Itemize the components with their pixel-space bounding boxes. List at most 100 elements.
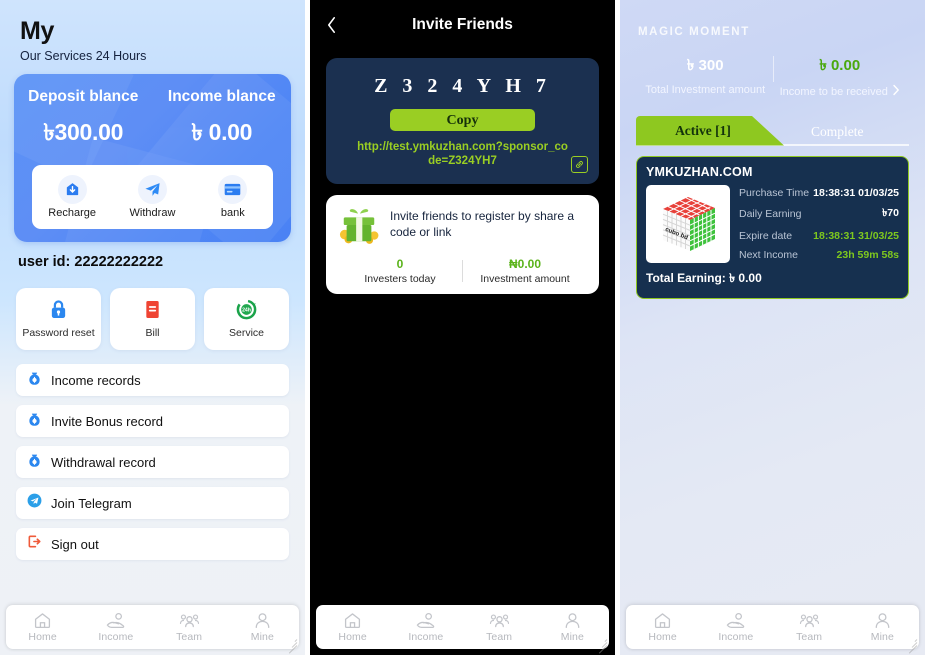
- row-withdrawal-record-label: Withdrawal record: [51, 454, 156, 470]
- page-subtitle: Our Services 24 Hours: [20, 49, 147, 64]
- total-investment-label: Total Investment amount: [645, 84, 766, 96]
- tile-password-reset[interactable]: Password reset: [16, 288, 101, 351]
- row-sign-out-label: Sign out: [51, 536, 99, 552]
- spec-daily-earning-value: ৳70: [882, 206, 899, 219]
- tab-home[interactable]: Home: [316, 611, 389, 643]
- tab-home[interactable]: Home: [6, 611, 79, 643]
- chevron-left-icon[interactable]: [326, 14, 344, 36]
- income-balance: Income blance ৳ 0.00: [153, 88, 292, 153]
- row-withdrawal-record[interactable]: Withdrawal record: [16, 446, 289, 479]
- tab-home-label: Home: [28, 631, 57, 643]
- money-bag-icon: [27, 370, 42, 391]
- quick-tiles: Password reset Bill 24h Service: [16, 288, 289, 351]
- spec-next-income-key: Next Income: [739, 248, 798, 261]
- user-id: user id: 22222222222: [18, 254, 164, 271]
- resize-handle[interactable]: [285, 636, 298, 654]
- tab-team[interactable]: Team: [773, 611, 846, 643]
- tile-bill[interactable]: Bill: [110, 288, 195, 351]
- team-icon: [179, 611, 200, 630]
- home-icon: [33, 611, 52, 630]
- investment-card[interactable]: YMKUZHAN.COM cubo bd Purchase Time 18:38…: [636, 155, 909, 299]
- copy-button[interactable]: Copy: [390, 109, 535, 131]
- action-bank[interactable]: bank: [193, 175, 273, 219]
- tile-service[interactable]: 24h Service: [204, 288, 289, 351]
- invite-stats: 0 Investers today ₦0.00 Investment amoun…: [338, 257, 587, 285]
- income-to-be-received-value: ৳ 0.00: [819, 57, 861, 74]
- phone-panel-profile: My Our Services 24 Hours Deposit blance …: [0, 0, 305, 655]
- spec-purchase-time: Purchase Time 18:38:31 01/03/25: [739, 187, 899, 199]
- tab-mine-label: Mine: [250, 631, 274, 643]
- invite-info-card: Invite friends to register by share a co…: [326, 195, 599, 294]
- investment-specs: Purchase Time 18:38:31 01/03/25 Daily Ea…: [739, 185, 899, 263]
- tile-password-reset-label: Password reset: [22, 326, 95, 339]
- magic-moment-header: MAGIC MOMENT ৳ 300 Total Investment amou…: [620, 0, 925, 100]
- tab-home-label: Home: [648, 631, 677, 643]
- income-hand-icon: [415, 611, 436, 630]
- action-recharge[interactable]: Recharge: [32, 175, 112, 219]
- tab-team-label: Team: [796, 631, 823, 643]
- money-bag-icon: [27, 411, 42, 432]
- stat-investment-amount: ₦0.00 Investment amount: [463, 257, 587, 285]
- tab-home[interactable]: Home: [626, 611, 699, 643]
- spec-expire-date-key: Expire date: [739, 229, 793, 242]
- invite-title: Invite Friends: [412, 16, 513, 33]
- stat-investers-today-value: 0: [396, 257, 404, 271]
- spec-purchase-time-value: 18:38:31 01/03/25: [813, 186, 899, 199]
- tab-team-label: Team: [486, 631, 513, 643]
- profile-header: My Our Services 24 Hours: [0, 0, 305, 64]
- phone-panel-investment: MAGIC MOMENT ৳ 300 Total Investment amou…: [620, 0, 925, 655]
- action-withdraw[interactable]: Withdraw: [112, 175, 192, 219]
- phone-panel-invite: Invite Friends Z 3 2 4 Y H 7 Copy http:/…: [310, 0, 615, 655]
- resize-handle[interactable]: [905, 636, 918, 654]
- investment-tabs: Active [1] Complete: [636, 115, 909, 146]
- link-icon[interactable]: [571, 156, 588, 173]
- tab-team[interactable]: Team: [153, 611, 226, 643]
- row-invite-bonus-record-label: Invite Bonus record: [51, 413, 164, 429]
- tab-income-label: Income: [98, 631, 134, 643]
- bottom-tabbar: Home Income Team Mine: [316, 605, 609, 654]
- tab-active[interactable]: Active [1]: [636, 115, 784, 146]
- resize-handle[interactable]: [595, 636, 608, 654]
- sign-out-icon: [27, 534, 42, 554]
- action-withdraw-label: Withdraw: [129, 207, 176, 220]
- page-title: My: [20, 17, 55, 45]
- spec-daily-earning: Daily Earning ৳70: [739, 206, 899, 223]
- spec-expire-date: Expire date 18:38:31 31/03/25: [739, 230, 899, 242]
- gift-box-icon: [338, 206, 380, 246]
- tab-income-label: Income: [408, 631, 444, 643]
- invite-navbar: Invite Friends: [310, 0, 615, 50]
- income-hand-icon: [725, 611, 746, 630]
- spec-daily-earning-key: Daily Earning: [739, 208, 802, 220]
- total-investment: ৳ 300 Total Investment amount: [638, 54, 773, 96]
- tab-team-label: Team: [176, 631, 203, 643]
- row-invite-bonus-record[interactable]: Invite Bonus record: [16, 405, 289, 438]
- person-icon: [253, 611, 272, 630]
- row-sign-out[interactable]: Sign out: [16, 528, 289, 561]
- tab-income[interactable]: Income: [389, 611, 462, 643]
- team-icon: [489, 611, 510, 630]
- bottom-tabbar: Home Income Team Mine: [6, 605, 299, 654]
- tab-income[interactable]: Income: [699, 611, 772, 643]
- stat-investment-amount-value: ₦0.00: [508, 257, 542, 271]
- telegram-icon: [27, 493, 42, 513]
- withdraw-icon: [137, 175, 167, 205]
- stat-investment-amount-label: Investment amount: [480, 273, 570, 285]
- tile-bill-label: Bill: [145, 326, 160, 339]
- spec-next-income: Next Income 23h 59m 58s: [739, 249, 899, 261]
- invite-link[interactable]: http://test.ymkuzhan.com?sponsor_code=Z3…: [340, 140, 585, 169]
- tab-complete[interactable]: Complete: [811, 123, 864, 141]
- deposit-balance-value: ৳300.00: [43, 119, 124, 146]
- invite-description: Invite friends to register by share a co…: [390, 209, 575, 239]
- row-income-records[interactable]: Income records: [16, 364, 289, 397]
- person-icon: [563, 611, 582, 630]
- tab-income-label: Income: [718, 631, 754, 643]
- tab-team[interactable]: Team: [463, 611, 536, 643]
- screenshot-root: My Our Services 24 Hours Deposit blance …: [0, 0, 927, 655]
- home-icon: [653, 611, 672, 630]
- deposit-balance-label: Deposit blance: [28, 88, 139, 106]
- row-join-telegram-label: Join Telegram: [51, 495, 132, 511]
- service-24h-icon: 24h: [236, 299, 257, 325]
- income-to-be-received[interactable]: ৳ 0.00 Income to be received: [772, 54, 908, 100]
- tab-income[interactable]: Income: [79, 611, 152, 643]
- row-join-telegram[interactable]: Join Telegram: [16, 487, 289, 520]
